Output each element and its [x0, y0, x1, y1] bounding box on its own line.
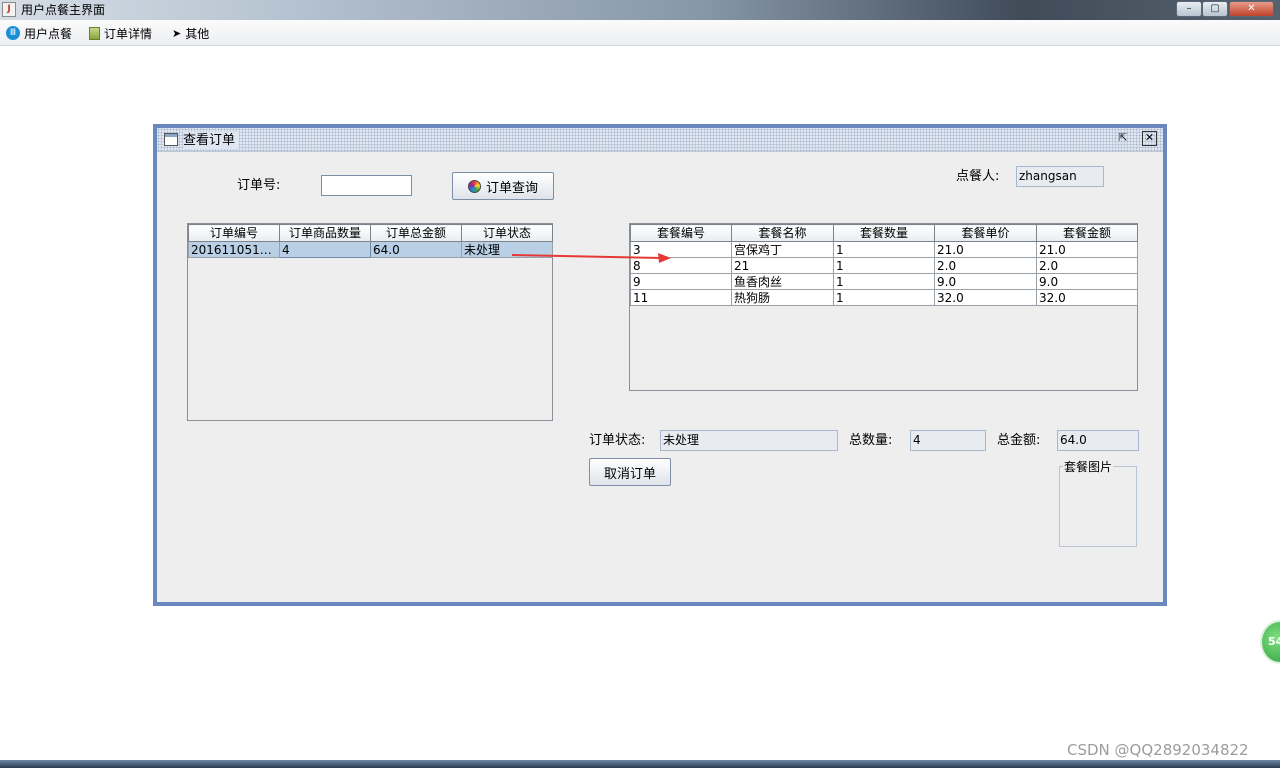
column-header[interactable]: 套餐编号 — [630, 224, 732, 242]
table-cell[interactable]: 21.0 — [934, 241, 1037, 258]
table-cell[interactable]: 1 — [833, 257, 935, 274]
table-cell[interactable]: 20161105171... — [188, 241, 280, 258]
table-cell[interactable]: 未处理 — [461, 241, 553, 258]
column-header[interactable]: 订单总金额 — [370, 224, 462, 242]
order-no-label: 订单号: — [237, 178, 281, 193]
table-header-row: 套餐编号 套餐名称 套餐数量 套餐单价 套餐金额 — [630, 224, 1138, 242]
total-qty-label: 总数量: — [849, 433, 893, 448]
column-header[interactable]: 套餐数量 — [833, 224, 935, 242]
table-cell[interactable]: 64.0 — [370, 241, 462, 258]
table-row[interactable]: 9 鱼香肉丝 1 9.0 9.0 — [630, 273, 1138, 290]
frame-title-bar[interactable] — [157, 128, 1163, 152]
table-cell[interactable]: 8 — [630, 257, 732, 274]
food-icon: Ⅲ — [6, 26, 20, 40]
menu-label: 用户点餐 — [24, 26, 73, 41]
table-cell[interactable]: 1 — [833, 273, 935, 290]
column-header[interactable]: 套餐名称 — [731, 224, 834, 242]
menu-label: 其他 — [185, 26, 210, 41]
table-cell[interactable]: 1 — [833, 241, 935, 258]
table-cell[interactable]: 鱼香肉丝 — [731, 273, 834, 290]
floating-badge[interactable]: 54 — [1260, 620, 1280, 664]
table-cell[interactable]: 21 — [731, 257, 834, 274]
table-cell[interactable]: 32.0 — [1036, 289, 1138, 306]
column-header[interactable]: 套餐单价 — [934, 224, 1037, 242]
menu-order-details[interactable]: 订单详情 — [89, 24, 152, 42]
table-cell[interactable]: 9 — [630, 273, 732, 290]
restore-icon[interactable]: ⇱ — [1115, 130, 1131, 146]
table-row[interactable]: 20161105171... 4 64.0 未处理 — [188, 241, 553, 258]
cancel-order-button[interactable]: 取消订单 — [589, 458, 671, 486]
table-cell[interactable]: 9.0 — [1036, 273, 1138, 290]
menu-label: 订单详情 — [104, 26, 153, 41]
table-cell[interactable]: 2.0 — [1036, 257, 1138, 274]
orders-grid: 订单编号 订单商品数量 订单总金额 订单状态 20161105171... 4 … — [188, 224, 553, 258]
table-row[interactable]: 11 热狗肠 1 32.0 32.0 — [630, 289, 1138, 306]
frame-close-icon[interactable]: ✕ — [1142, 131, 1157, 146]
table-header-row: 订单编号 订单商品数量 订单总金额 订单状态 — [188, 224, 553, 242]
items-grid: 套餐编号 套餐名称 套餐数量 套餐单价 套餐金额 3 宫保鸡丁 1 21.0 2… — [630, 224, 1138, 306]
column-header[interactable]: 订单状态 — [461, 224, 553, 242]
order-query-label: 订单查询 — [485, 180, 538, 196]
window-title: 用户点餐主界面 — [21, 3, 106, 17]
total-qty-field[interactable]: 4 — [910, 430, 986, 451]
total-amount-field[interactable]: 64.0 — [1057, 430, 1139, 451]
orderer-label: 点餐人: — [956, 169, 1000, 184]
globe-icon — [467, 179, 481, 193]
table-cell[interactable]: 21.0 — [1036, 241, 1138, 258]
window-icon — [164, 133, 178, 146]
order-no-input[interactable] — [321, 175, 412, 196]
table-cell[interactable]: 3 — [630, 241, 732, 258]
menu-other[interactable]: ➤ 其他 — [172, 24, 209, 42]
calculator-icon — [89, 26, 100, 40]
meal-image-title: 套餐图片 — [1063, 459, 1114, 475]
column-header[interactable]: 订单编号 — [188, 224, 280, 242]
items-table: 套餐编号 套餐名称 套餐数量 套餐单价 套餐金额 3 宫保鸡丁 1 21.0 2… — [629, 223, 1138, 391]
taskbar — [0, 760, 1280, 768]
frame-title: 查看订单 — [183, 132, 240, 149]
java-cup-icon: J — [2, 2, 16, 17]
status-label: 订单状态: — [589, 433, 646, 448]
table-row[interactable]: 3 宫保鸡丁 1 21.0 21.0 — [630, 241, 1138, 258]
maximize-button[interactable]: ▢ — [1202, 1, 1228, 17]
table-cell[interactable]: 4 — [279, 241, 371, 258]
meal-image-panel — [1059, 466, 1137, 547]
table-cell[interactable]: 2.0 — [934, 257, 1037, 274]
table-cell[interactable]: 热狗肠 — [731, 289, 834, 306]
orderer-field[interactable]: zhangsan — [1016, 166, 1104, 187]
menu-user-order[interactable]: Ⅲ 用户点餐 — [6, 24, 72, 42]
status-field[interactable]: 未处理 — [660, 430, 838, 451]
table-cell[interactable]: 9.0 — [934, 273, 1037, 290]
window-title-bar — [0, 0, 1280, 20]
cursor-icon: ➤ — [172, 26, 182, 40]
table-cell[interactable]: 1 — [833, 289, 935, 306]
minimize-button[interactable]: – — [1176, 1, 1202, 17]
column-header[interactable]: 订单商品数量 — [279, 224, 371, 242]
orders-table: 订单编号 订单商品数量 订单总金额 订单状态 20161105171... 4 … — [187, 223, 553, 421]
total-amount-label: 总金额: — [997, 433, 1041, 448]
order-query-button[interactable]: 订单查询 — [452, 172, 554, 200]
table-row[interactable]: 8 21 1 2.0 2.0 — [630, 257, 1138, 274]
watermark: CSDN @QQ2892034822 — [1067, 741, 1249, 759]
table-cell[interactable]: 宫保鸡丁 — [731, 241, 834, 258]
table-cell[interactable]: 11 — [630, 289, 732, 306]
column-header[interactable]: 套餐金额 — [1036, 224, 1138, 242]
table-cell[interactable]: 32.0 — [934, 289, 1037, 306]
close-button[interactable]: ✕ — [1229, 1, 1274, 17]
